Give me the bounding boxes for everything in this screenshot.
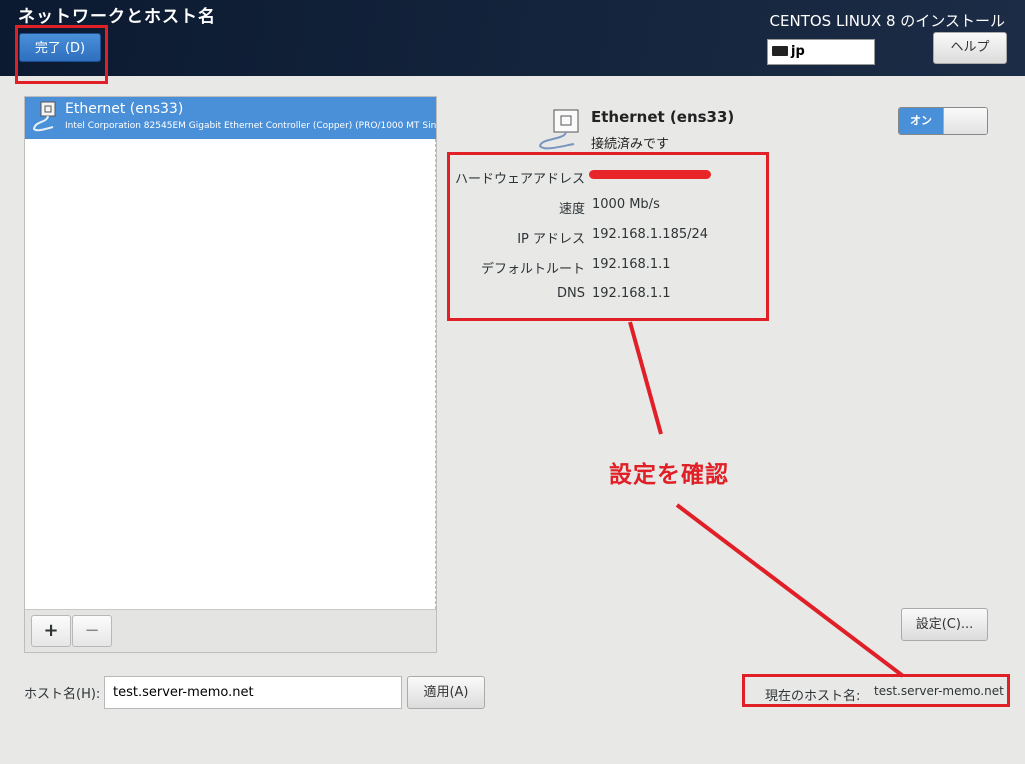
annotation-arrows	[628, 321, 905, 678]
annotation-line-lower	[675, 503, 905, 678]
annotation-text: 設定を確認	[609, 462, 729, 488]
annotation-line-upper	[628, 321, 663, 435]
